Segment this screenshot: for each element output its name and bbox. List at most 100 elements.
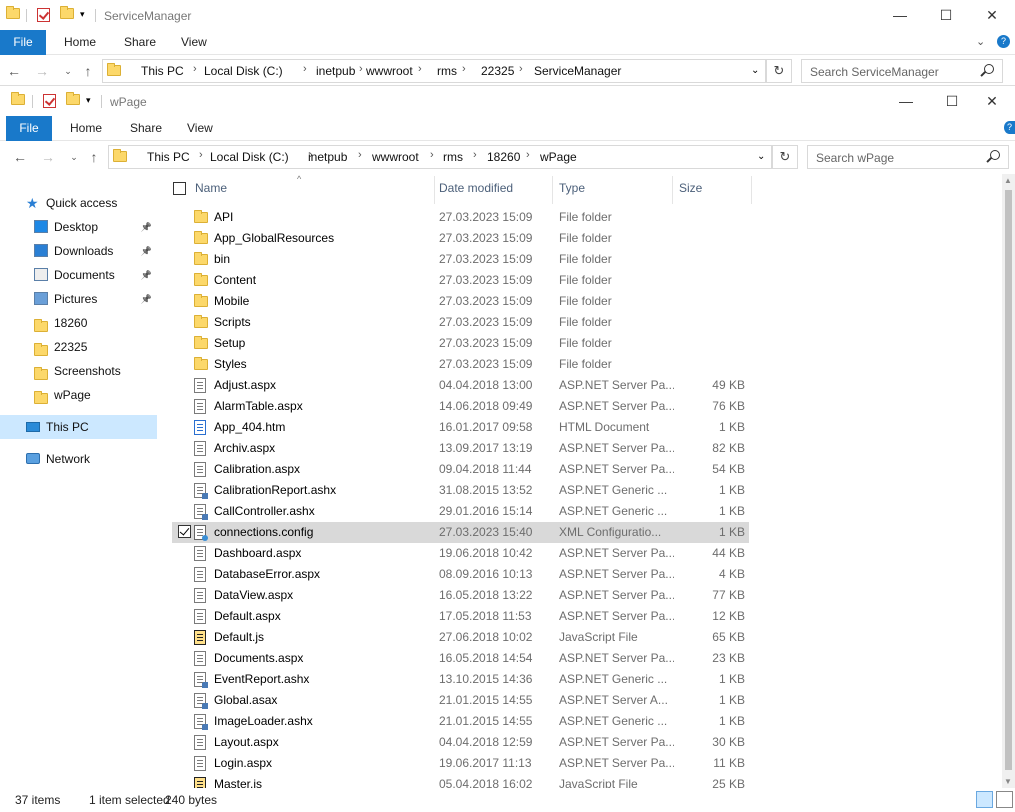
address-bar[interactable]: This PC › Local Disk (C:) › inetpub › ww…: [102, 59, 766, 83]
tab-share[interactable]: Share: [130, 116, 162, 141]
table-row[interactable]: Layout.aspx 04.04.2018 12:59 ASP.NET Serve…: [172, 732, 749, 753]
sidebar-item-documents[interactable]: Documents 📌: [0, 263, 157, 287]
table-row[interactable]: App_404.htm 16.01.2017 09:58 HTML Document…: [172, 417, 749, 438]
scrollbar-thumb[interactable]: [1005, 190, 1012, 770]
address-dropdown-icon[interactable]: ⌄: [757, 151, 765, 162]
details-view-icon[interactable]: [976, 791, 993, 808]
breadcrumb-rms[interactable]: rms: [443, 150, 463, 164]
vertical-scrollbar[interactable]: ▲ ▼: [1002, 174, 1015, 788]
breadcrumb-rms[interactable]: rms: [437, 64, 457, 78]
breadcrumb-inetpub[interactable]: inetpub: [316, 64, 355, 78]
table-row[interactable]: Mobile 27.03.2023 15:09 File folder: [172, 291, 749, 312]
column-header-name[interactable]: Name: [189, 180, 434, 202]
breadcrumb-this-pc[interactable]: This PC: [147, 150, 190, 164]
table-row[interactable]: Master.js 05.04.2018 16:02 JavaScript File…: [172, 774, 749, 788]
column-header-date-modified[interactable]: Date modified: [433, 180, 553, 202]
table-row[interactable]: Default.aspx 17.05.2018 11:53 ASP.NET Serv…: [172, 606, 749, 627]
column-header-type[interactable]: Type: [553, 180, 673, 202]
table-row[interactable]: Adjust.aspx 04.04.2018 13:00 ASP.NET Serve…: [172, 375, 749, 396]
table-row[interactable]: Dashboard.aspx 19.06.2018 10:42 ASP.NET Se…: [172, 543, 749, 564]
properties-icon[interactable]: [37, 8, 51, 22]
sidebar-item-18260[interactable]: 18260: [0, 311, 157, 335]
minimize-button[interactable]: —: [883, 86, 929, 116]
row-checkbox[interactable]: [178, 525, 191, 538]
table-row[interactable]: Archiv.aspx 13.09.2017 13:19 ASP.NET Serve…: [172, 438, 749, 459]
sidebar-item-pictures[interactable]: Pictures 📌: [0, 287, 157, 311]
table-row[interactable]: ImageLoader.ashx 21.01.2015 14:55 ASP.NET …: [172, 711, 749, 732]
tab-home[interactable]: Home: [64, 30, 96, 55]
table-row[interactable]: DataView.aspx 16.05.2018 13:22 ASP.NET Ser…: [172, 585, 749, 606]
select-all-checkbox[interactable]: [173, 182, 186, 195]
large-icons-view-icon[interactable]: [996, 791, 1013, 808]
expand-ribbon-icon[interactable]: ⌄: [976, 35, 985, 48]
breadcrumb-18260[interactable]: 18260: [487, 150, 520, 164]
recent-locations-icon[interactable]: ⌄: [59, 66, 77, 77]
pin-icon[interactable]: 📌: [141, 263, 152, 287]
breadcrumb-wwwroot[interactable]: wwwroot: [372, 150, 419, 164]
recent-locations-icon[interactable]: ⌄: [65, 152, 83, 163]
up-arrow-icon[interactable]: ↑: [85, 149, 103, 165]
table-row[interactable]: Global.asax 21.01.2015 14:55 ASP.NET Serve…: [172, 690, 749, 711]
scroll-up-icon[interactable]: ▲: [1004, 176, 1012, 185]
address-dropdown-icon[interactable]: ⌄: [751, 65, 759, 76]
table-row[interactable]: AlarmTable.aspx 14.06.2018 09:49 ASP.NET S…: [172, 396, 749, 417]
sidebar-item-wpage[interactable]: wPage: [0, 383, 157, 407]
refresh-button[interactable]: ↻: [766, 59, 792, 83]
table-row[interactable]: bin 27.03.2023 15:09 File folder: [172, 249, 749, 270]
maximize-button[interactable]: ☐: [923, 0, 969, 30]
help-icon[interactable]: ?: [1004, 121, 1015, 134]
quick-access-toolbar-dropdown-icon[interactable]: ▾: [86, 95, 91, 106]
breadcrumb-inetpub[interactable]: inetpub: [308, 150, 347, 164]
tab-view[interactable]: View: [181, 30, 207, 55]
tab-home[interactable]: Home: [70, 116, 102, 141]
tab-file[interactable]: File: [6, 116, 52, 141]
search-icon[interactable]: [984, 64, 994, 74]
table-row[interactable]: Scripts 27.03.2023 15:09 File folder: [172, 312, 749, 333]
up-arrow-icon[interactable]: ↑: [79, 63, 97, 79]
table-row[interactable]: EventReport.ashx 13.10.2015 14:36 ASP.NET …: [172, 669, 749, 690]
table-row[interactable]: Login.aspx 19.06.2017 11:13 ASP.NET Server…: [172, 753, 749, 774]
properties-icon[interactable]: [43, 94, 57, 108]
breadcrumb-local-disk[interactable]: Local Disk (C:): [210, 150, 289, 164]
search-input[interactable]: Search wPage: [816, 151, 894, 165]
sidebar-item-desktop[interactable]: Desktop 📌: [0, 215, 157, 239]
tab-file[interactable]: File: [0, 30, 46, 55]
help-icon[interactable]: ?: [997, 35, 1010, 48]
pin-icon[interactable]: 📌: [141, 287, 152, 311]
new-folder-icon[interactable]: [66, 92, 80, 108]
table-row[interactable]: Default.js 27.06.2018 10:02 JavaScript Fil…: [172, 627, 749, 648]
nav-quick-access[interactable]: ★ Quick access: [0, 191, 157, 215]
nav-this-pc[interactable]: This PC: [0, 415, 157, 439]
new-folder-icon[interactable]: [60, 6, 74, 22]
table-row[interactable]: connections.config 27.03.2023 15:40 XML Co…: [172, 522, 749, 543]
forward-arrow-icon[interactable]: →: [39, 149, 57, 165]
address-bar[interactable]: This PC › Local Disk (C:) › inetpub › ww…: [108, 145, 772, 169]
table-row[interactable]: CallController.ashx 29.01.2016 15:14 ASP.N…: [172, 501, 749, 522]
forward-arrow-icon[interactable]: →: [33, 63, 51, 79]
scroll-down-icon[interactable]: ▼: [1004, 777, 1012, 786]
minimize-button[interactable]: —: [877, 0, 923, 30]
sidebar-item-screenshots[interactable]: Screenshots: [0, 359, 157, 383]
table-row[interactable]: Setup 27.03.2023 15:09 File folder: [172, 333, 749, 354]
sidebar-item-downloads[interactable]: Downloads 📌: [0, 239, 157, 263]
breadcrumb-wpage[interactable]: wPage: [540, 150, 577, 164]
search-icon[interactable]: [990, 150, 1000, 160]
search-box[interactable]: Search wPage: [807, 145, 1009, 169]
back-arrow-icon[interactable]: ←: [5, 63, 23, 79]
table-row[interactable]: Documents.aspx 16.05.2018 14:54 ASP.NET Se…: [172, 648, 749, 669]
table-row[interactable]: Calibration.aspx 09.04.2018 11:44 ASP.NET …: [172, 459, 749, 480]
breadcrumb-wwwroot[interactable]: wwwroot: [366, 64, 413, 78]
breadcrumb-this-pc[interactable]: This PC: [141, 64, 184, 78]
breadcrumb-22325[interactable]: 22325: [481, 64, 514, 78]
close-button[interactable]: ✕: [969, 86, 1015, 116]
sidebar-item-22325[interactable]: 22325: [0, 335, 157, 359]
refresh-button[interactable]: ↻: [772, 145, 798, 169]
nav-network[interactable]: Network: [0, 447, 157, 471]
table-row[interactable]: Content 27.03.2023 15:09 File folder: [172, 270, 749, 291]
pin-icon[interactable]: 📌: [141, 239, 152, 263]
table-row[interactable]: API 27.03.2023 15:09 File folder: [172, 207, 749, 228]
table-row[interactable]: CalibrationReport.ashx 31.08.2015 13:52 AS…: [172, 480, 749, 501]
quick-access-toolbar-dropdown-icon[interactable]: ▾: [80, 9, 85, 20]
breadcrumb-local-disk[interactable]: Local Disk (C:): [204, 64, 283, 78]
search-input[interactable]: Search ServiceManager: [810, 65, 939, 79]
